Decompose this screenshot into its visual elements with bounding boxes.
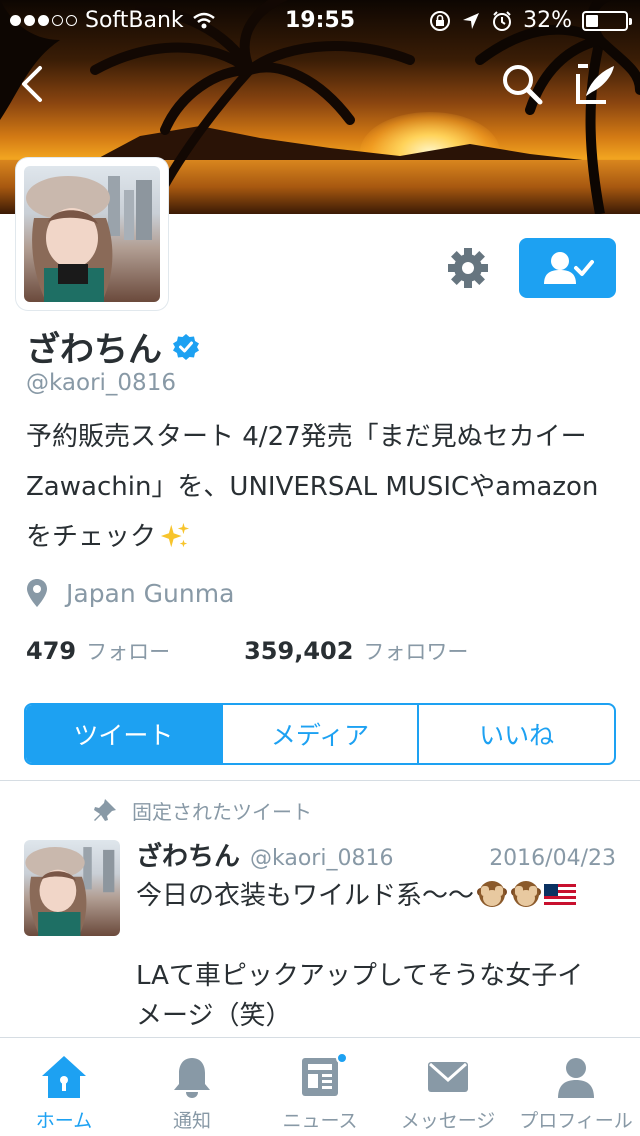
search-icon [503,65,543,105]
followers-label[interactable]: フォロワー [363,636,468,666]
section-divider [0,780,640,781]
tweet-date: 2016/04/23 [489,846,616,871]
tabbar-home[interactable]: ホーム [0,1038,128,1136]
tweet-avatar[interactable] [24,840,120,936]
profile-location: Japan Gunma [26,578,234,608]
tabbar-label: 通知 [172,1110,211,1132]
tabbar-news[interactable]: ニュース [256,1038,384,1136]
battery-icon [582,10,632,31]
news-icon [302,1058,338,1096]
compose-button[interactable] [572,60,620,108]
profile-tabs: ツイート メディア いいね [24,703,616,765]
tweet-author-handle: @kaori_0816 [250,846,394,871]
profile-stats: 479 フォロー 359,402 フォロワー [26,636,468,666]
compose-icon [576,64,614,104]
location-pin-icon [27,579,47,607]
tabbar-profile[interactable]: プロフィール [512,1038,640,1136]
chevron-left-icon [22,66,42,102]
pin-icon [94,798,116,821]
tabbar-label: メッセージ [400,1110,496,1132]
tweet-text: 今日の衣装もワイルド系〜〜 LAて車ピックアップしてそうな女子イ メージ（笑） [136,876,620,1036]
search-button[interactable] [498,60,546,108]
avatar-photo [24,166,160,302]
tab-tweets[interactable]: ツイート [26,705,223,763]
tab-media[interactable]: メディア [223,705,420,763]
bio-line: 予約販売スタート 4/27発売「まだ見ぬセカイー [26,422,587,452]
tabbar-messages[interactable]: メッセージ [384,1038,512,1136]
tabbar-label: ホーム [35,1110,93,1132]
monkey-emoji-icon [511,881,542,907]
profile-avatar[interactable] [16,158,168,310]
verified-badge-icon [173,333,199,360]
tweet-author-name[interactable]: ざわちん [136,836,240,873]
sparkles-icon [160,522,190,548]
monkey-emoji-icon [477,881,508,907]
pinned-label: 固定されたツイート [132,800,312,824]
tweet-line: メージ（笑） [136,1001,292,1031]
tweet-line: LAて車ピックアップしてそうな女子イ [136,961,584,991]
settings-button[interactable] [444,244,492,292]
gear-icon [448,248,488,288]
tab-likes[interactable]: いいね [419,705,614,763]
tweet-line: 今日の衣装もワイルド系〜〜 [136,881,475,911]
location-text: Japan Gunma [66,578,235,608]
profile-name-row: ざわちん [26,322,200,371]
bottom-tab-bar: ホーム 通知 ニュース メッセージ プロフィール [0,1037,640,1136]
profile-bio: 予約販売スタート 4/27発売「まだ見ぬセカイー Zawachin」を、UNIV… [26,412,616,562]
battery-percent: 32% [523,8,572,33]
home-icon [42,1056,86,1098]
following-label[interactable]: フォロー [86,636,170,666]
tweet-header: ざわちん @kaori_0816 2016/04/23 [136,836,616,873]
person-icon [558,1058,594,1098]
tabbar-notifications[interactable]: 通知 [128,1038,256,1136]
followers-count[interactable]: 359,402 [244,637,353,665]
profile-handle: @kaori_0816 [26,370,176,396]
news-unread-dot [336,1052,348,1064]
rotation-lock-icon [430,10,451,31]
following-count[interactable]: 479 [26,637,76,665]
bell-icon [174,1058,210,1098]
back-button[interactable] [8,60,56,108]
user-following-icon [543,252,594,284]
mail-icon [428,1062,468,1092]
profile-name: ざわちん [26,330,162,370]
tabbar-label: プロフィール [519,1110,633,1132]
pinned-indicator: 固定されたツイート [92,796,312,825]
bio-line: Zawachin」を、UNIVERSAL MUSICやamazon [26,472,599,502]
status-bar: SoftBank 19:55 32% [0,0,640,40]
tabbar-label: ニュース [282,1110,358,1132]
location-arrow-icon [463,12,480,29]
bio-line: をチェック [26,522,157,552]
us-flag-icon [544,884,577,906]
following-button[interactable] [519,238,616,298]
alarm-icon [493,10,512,31]
